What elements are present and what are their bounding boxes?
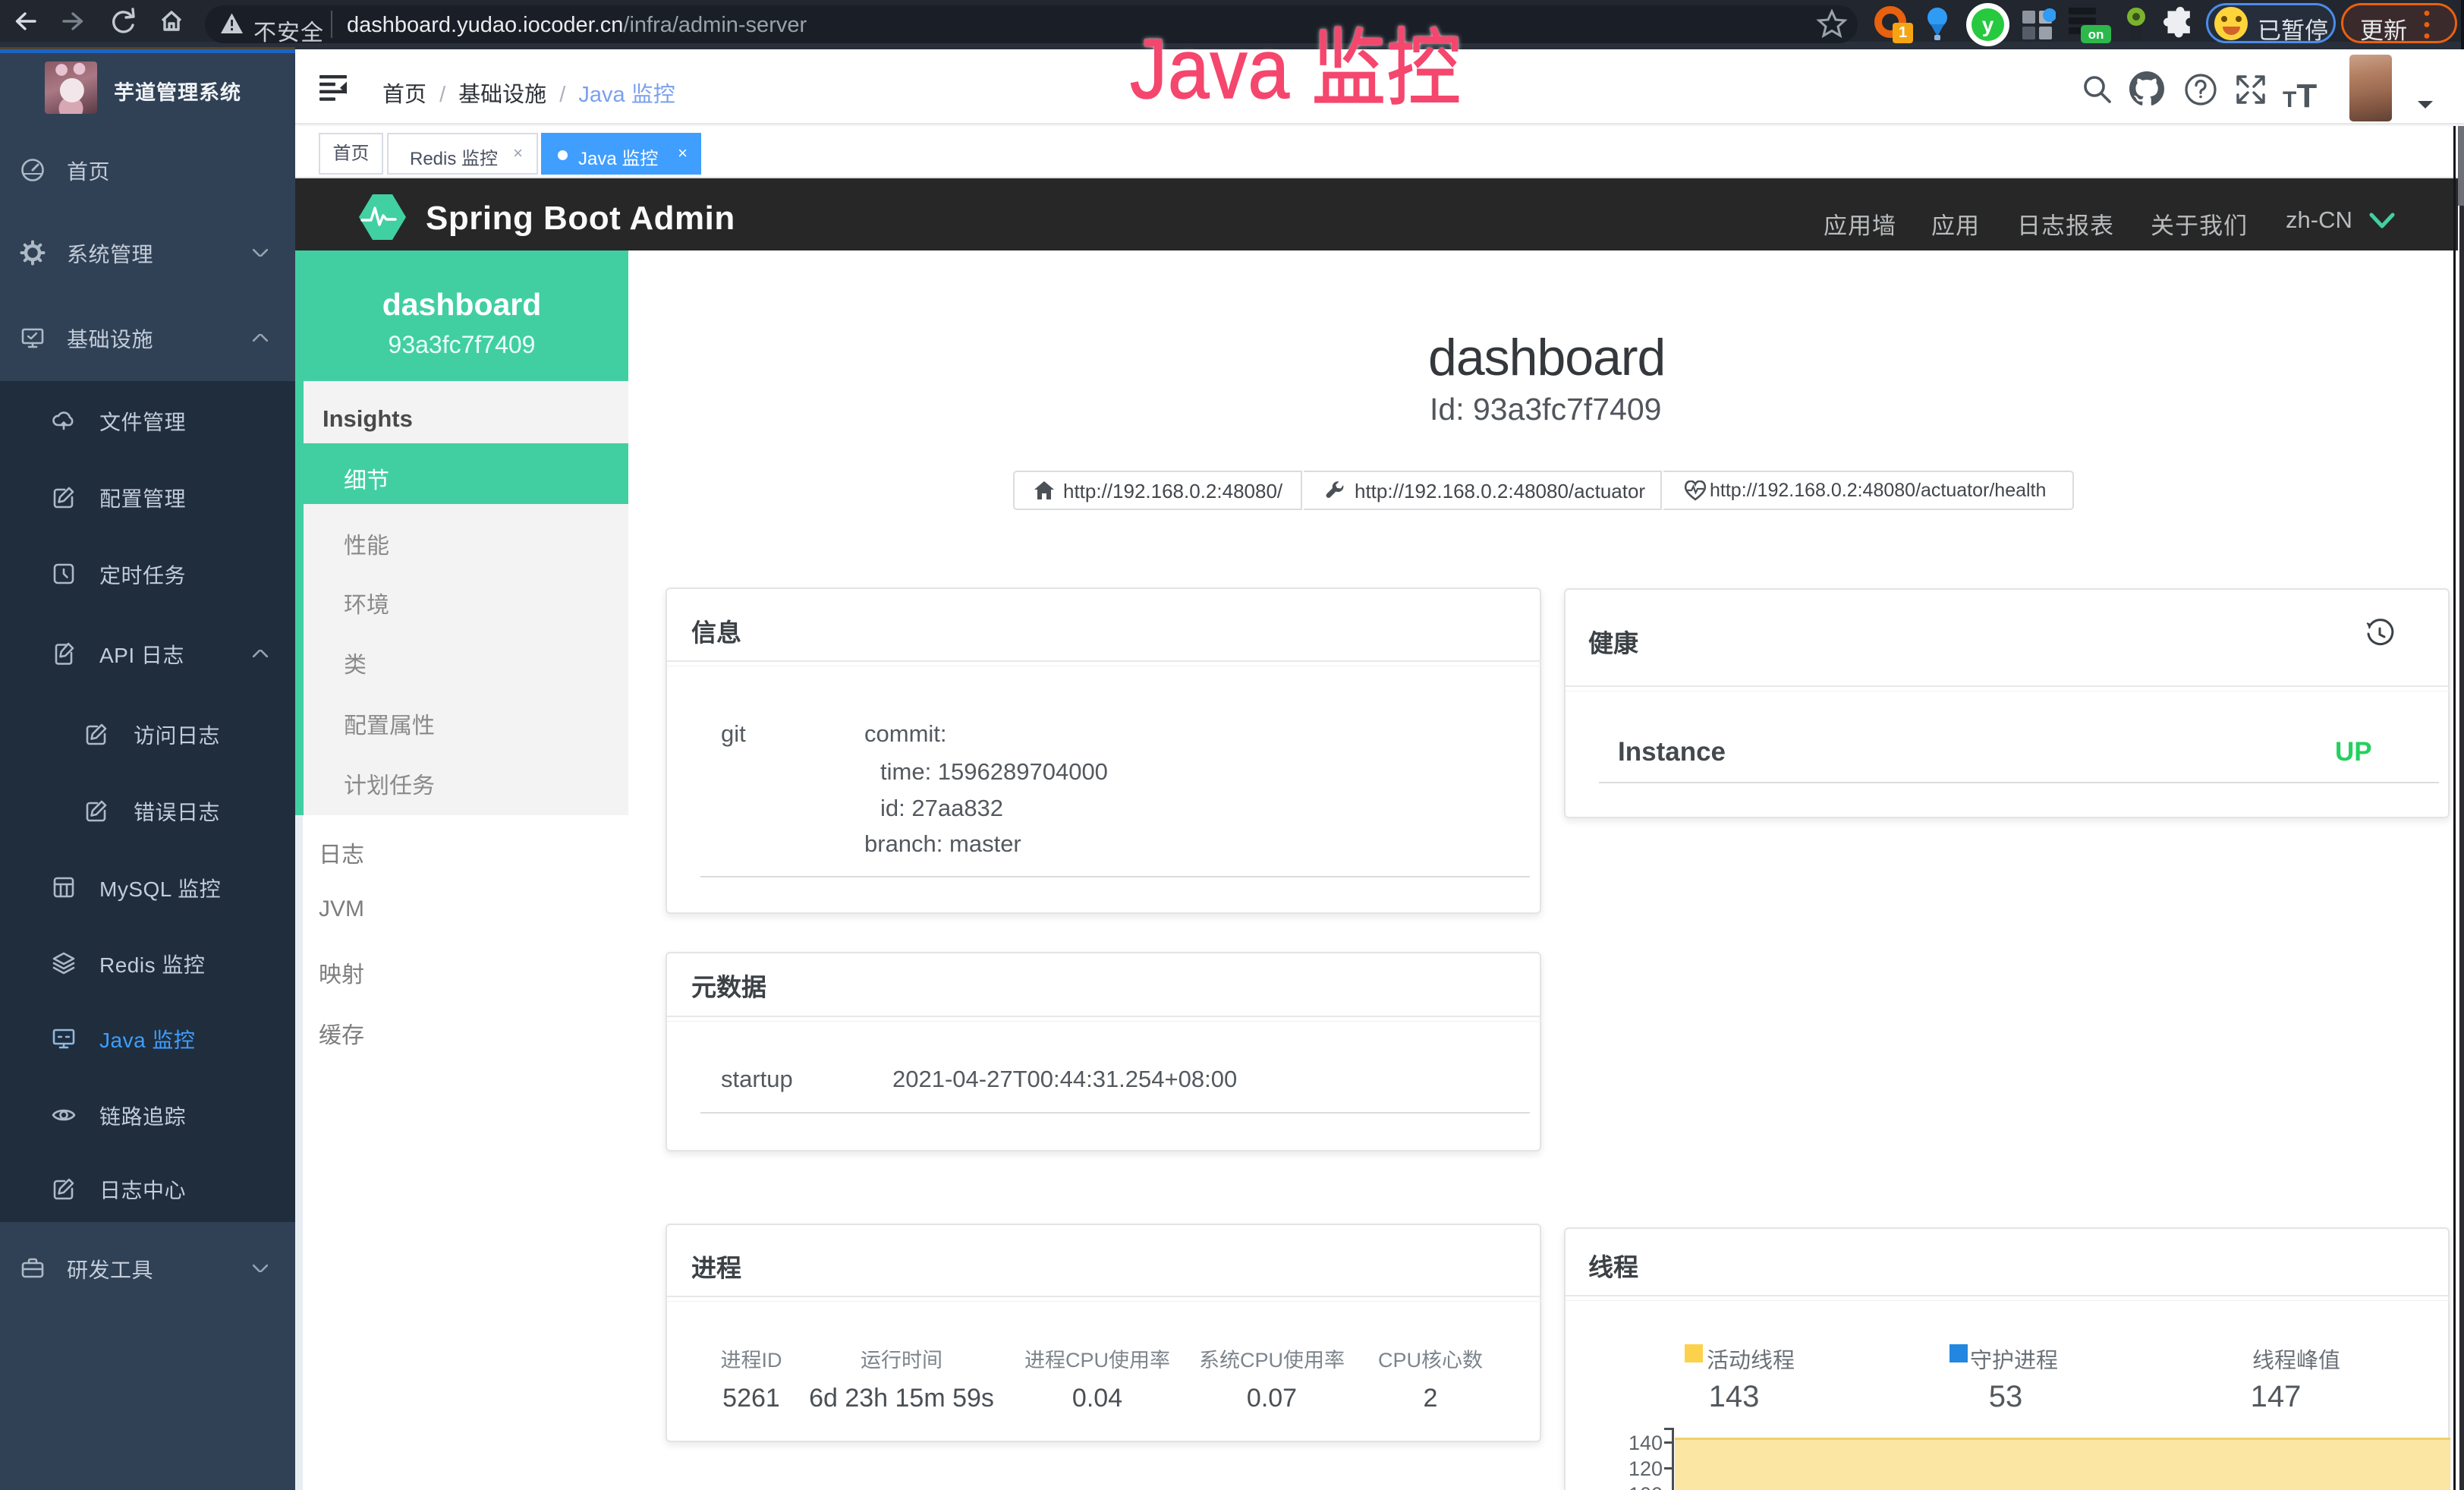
svg-text:on: on: [2088, 27, 2104, 42]
